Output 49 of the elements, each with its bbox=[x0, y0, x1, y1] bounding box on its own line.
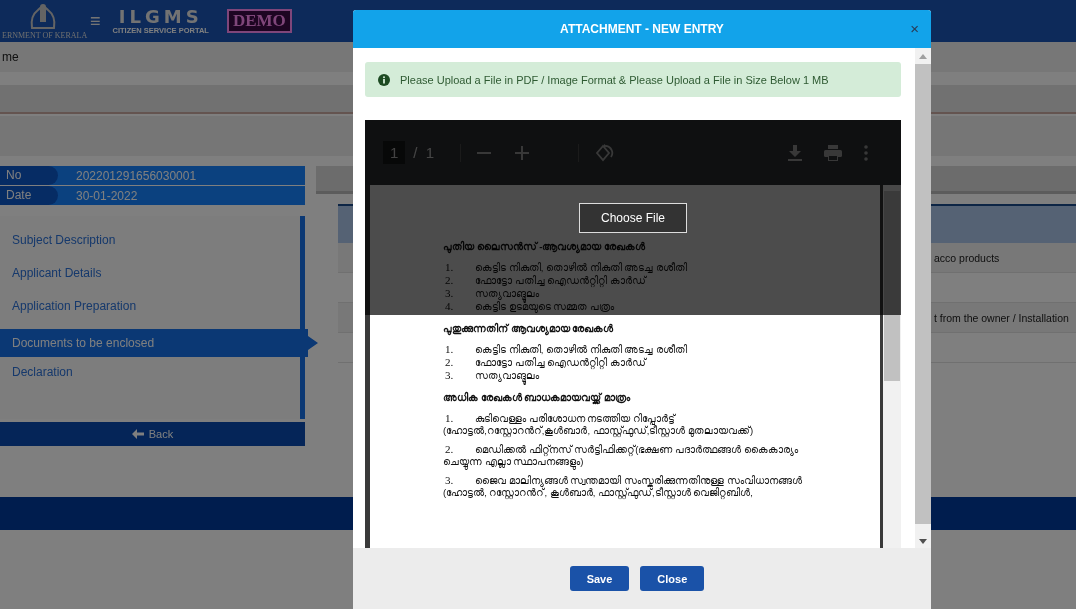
item-number: 2. bbox=[444, 443, 455, 456]
step-item[interactable]: Applicant Details bbox=[0, 263, 300, 296]
emblem-icon bbox=[28, 2, 58, 30]
item-text: ജൈവ മാലിന്യങ്ങൾ സ്വന്തമായി സംസ്കരിക്കുന്നതിനുള്ള സംവിധാനങ്ങൾ bbox=[475, 474, 802, 487]
item-number: 3. bbox=[444, 369, 455, 382]
close-button[interactable]: × bbox=[908, 21, 921, 36]
emblem-caption: ERNMENT OF KERALA bbox=[2, 31, 88, 40]
breadcrumb[interactable]: me bbox=[2, 50, 19, 64]
dialog-button[interactable]: Close bbox=[640, 566, 705, 591]
step-item[interactable]: Documents to be enclosed bbox=[0, 329, 318, 357]
item-number: 2. bbox=[444, 274, 455, 287]
item-text: (ഹോട്ടൽ, റസ്റ്റോറൻറ്, കൂൾബാർ, ഫാസ്റ്റ്ഫുഡ്,ടീസ്റ്റാൾ വെജിറ്റബിൾ, bbox=[443, 487, 754, 499]
document-heading: പുതുക്കുന്നതിന് ആവശ്യമായ രേഖകൾ bbox=[443, 322, 615, 335]
step-item[interactable]: Declaration bbox=[0, 362, 300, 395]
dialog-button[interactable]: Save bbox=[569, 566, 630, 591]
item-number: 2. bbox=[444, 356, 455, 369]
item-number: 3. bbox=[444, 287, 455, 300]
item-text: കെട്ടിട നികുതി, തൊഴിൽ നികുതി അടച്ച രശീതി bbox=[475, 343, 687, 356]
dialog-title: ATTACHMENT - NEW ENTRY bbox=[560, 22, 724, 36]
field-label: No bbox=[0, 166, 58, 185]
document-heading: അധിക രേഖകൾ ബാധകമായവയ്ക്ക് മാത്രം bbox=[443, 391, 632, 404]
item-text: ഫോട്ടോ പതിച്ച ഐഡൻറ്റിറ്റി കാർഡ് bbox=[475, 356, 646, 369]
item-text: കെട്ടിട നികുതി, തൊഴിൽ നികുതി അടച്ച രശീതി bbox=[475, 261, 687, 274]
item-number: 1. bbox=[444, 412, 455, 425]
item-text: (ഹോട്ടൽ,റസ്റ്റോറൻറ്,കൂൾബാർ, ഫാസ്റ്റ്ഫുഡ്,ടീസ്റ്റാൾ മുതലായവക്ക്) bbox=[443, 425, 755, 437]
info-icon bbox=[378, 73, 390, 86]
item-text: ഫോട്ടോ പതിച്ച ഐഡൻറ്റിറ്റി കാർഡ് bbox=[475, 274, 646, 287]
choose-file-button[interactable]: Choose File bbox=[579, 203, 687, 233]
alert-text: Please Upload a File in PDF / Image Format & Please Upload a File in Size Below 1 MB bbox=[400, 73, 829, 86]
item-text: മെഡിക്കൽ ഫിറ്റ്നസ് സർട്ടിഫിക്കറ്റ്(ഭക്ഷണ പദാർത്ഥങ്ങൾ കൈകാര്യം bbox=[475, 443, 798, 456]
table-cell: t from the owner / Installation bbox=[934, 311, 1069, 324]
item-text: ചെയ്യുന്ന എല്ലാ സ്ഥാപനങ്ങളും) bbox=[443, 456, 880, 468]
logo-title: ILGMS bbox=[118, 7, 203, 26]
document-heading: പുതിയ ലൈസൻസ് -ആവശ്യമായ രേഖകൾ bbox=[443, 240, 647, 253]
step-item[interactable]: Subject Description bbox=[0, 230, 300, 263]
table-cell: acco products bbox=[934, 251, 1000, 264]
arrow-left-icon bbox=[131, 429, 144, 439]
item-number: 3. bbox=[444, 474, 455, 487]
step-item[interactable]: Application Preparation bbox=[0, 296, 300, 329]
demo-stamp: DEMO bbox=[226, 9, 292, 33]
item-text: കുടിവെള്ളം പരിശോധന നടത്തിയ റിപ്പോർട്ട് bbox=[475, 412, 675, 425]
scroll-up-icon bbox=[919, 54, 927, 59]
field-label: Date bbox=[0, 186, 58, 205]
field-value: 202201291656030001 bbox=[76, 168, 197, 183]
item-number: 1. bbox=[444, 343, 455, 356]
menu-icon[interactable]: ≡ bbox=[90, 12, 101, 30]
back-button[interactable]: Back bbox=[0, 422, 305, 446]
scroll-down-icon bbox=[919, 539, 927, 544]
field-value: 30-01-2022 bbox=[76, 188, 138, 203]
